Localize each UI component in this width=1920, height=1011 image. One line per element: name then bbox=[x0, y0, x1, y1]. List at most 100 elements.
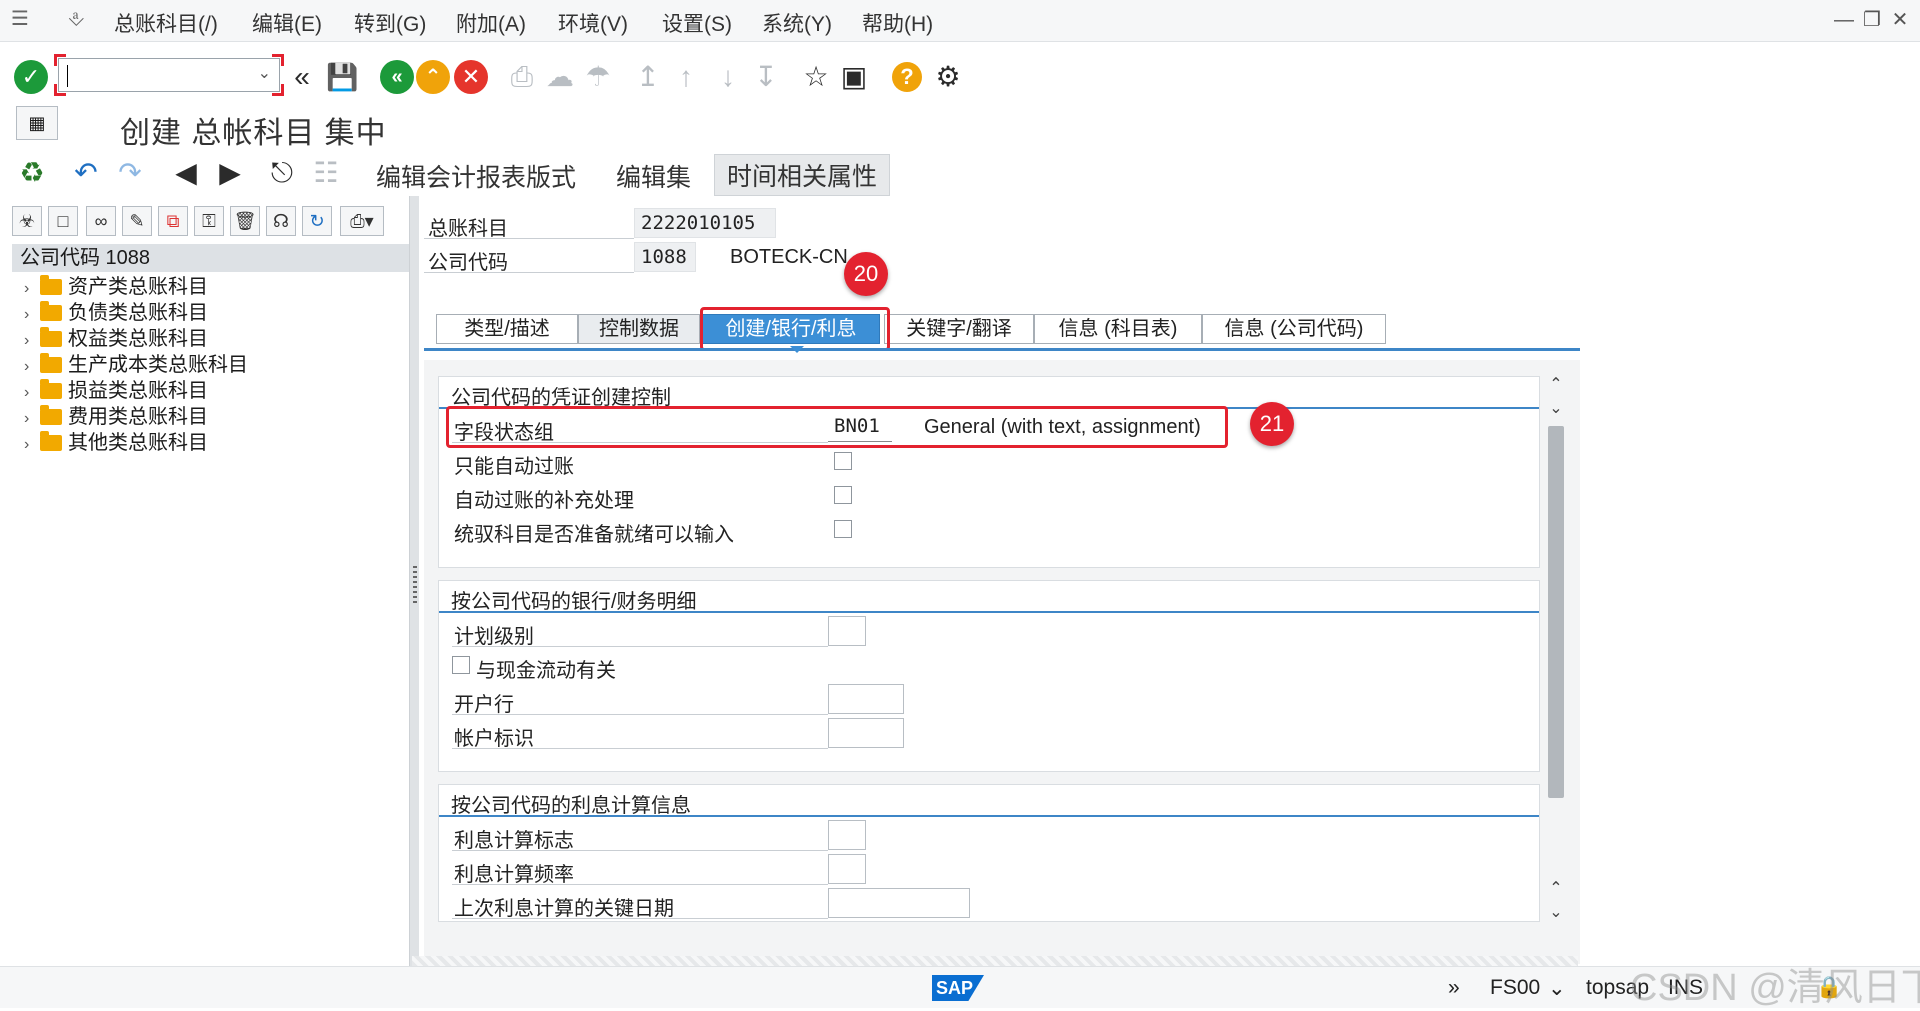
cash-flow-relevant-label: 与现金流动有关 bbox=[476, 660, 616, 682]
new-document-icon[interactable]: □ bbox=[48, 206, 78, 236]
pin-icon[interactable]: ⎀ bbox=[66, 9, 86, 29]
scroll-down-icon[interactable]: ⌄ bbox=[1548, 902, 1564, 922]
tree-root-company-code[interactable]: 公司代码 1088 bbox=[12, 244, 412, 272]
account-id-input[interactable] bbox=[828, 718, 904, 748]
tab-keyword-translation[interactable]: 关键字/翻译 bbox=[884, 314, 1034, 344]
highlight-corner bbox=[272, 84, 284, 96]
maximize-icon[interactable]: ❐ bbox=[1860, 8, 1884, 32]
sap-logo-icon: SAP bbox=[932, 975, 984, 1001]
tab-control-data[interactable]: 控制数据 bbox=[578, 314, 700, 344]
minimize-icon[interactable]: — bbox=[1832, 8, 1856, 32]
standard-toolbar: ✓ « ⌃ ✕ « 💾 ⎙ ☁ ☂ ↥ ↑ ↓ ↧ ☆ ▣ ? ⚙ bbox=[0, 44, 1920, 112]
close-window-icon[interactable]: ✕ bbox=[1888, 8, 1912, 32]
chevron-down-icon[interactable]: ⌄ bbox=[258, 63, 271, 83]
menu-environment[interactable]: 环境(V) bbox=[558, 8, 628, 38]
undo-icon[interactable]: ↶ bbox=[70, 156, 102, 190]
menu-settings[interactable]: 设置(S) bbox=[662, 8, 732, 38]
interest-indicator-input[interactable] bbox=[828, 820, 866, 850]
expand-toolbar-icon[interactable]: « bbox=[286, 60, 318, 94]
switch-hierarchy-icon[interactable]: ♻ bbox=[16, 156, 48, 190]
content-scrollbar[interactable]: ⌃ ⌄ ⌃ ⌄ bbox=[1546, 374, 1566, 922]
scrollbar-thumb[interactable] bbox=[1548, 426, 1564, 798]
menu-goto[interactable]: 转到(G) bbox=[354, 8, 426, 38]
enter-checkmark-icon[interactable]: ✓ bbox=[14, 60, 48, 94]
chevron-right-icon[interactable]: › bbox=[24, 380, 40, 406]
chevron-right-icon[interactable]: › bbox=[24, 406, 40, 432]
save-icon[interactable]: 💾 bbox=[326, 60, 358, 94]
scroll-up-icon[interactable]: ⌃ bbox=[1548, 374, 1564, 394]
cash-flow-relevant-checkbox[interactable] bbox=[452, 656, 470, 674]
post-automatically-only-checkbox[interactable] bbox=[834, 452, 852, 470]
command-field[interactable]: ⌄ bbox=[58, 58, 280, 92]
copy-icon[interactable]: ⧉ bbox=[158, 206, 188, 236]
menu-toggle-icon[interactable]: ▦ bbox=[16, 106, 58, 140]
scroll-down-icon[interactable]: ⌄ bbox=[1548, 398, 1564, 418]
display-change-icon[interactable]: ⎋ bbox=[266, 156, 298, 190]
menu-help[interactable]: 帮助(H) bbox=[862, 8, 933, 38]
menu-extras[interactable]: 附加(A) bbox=[456, 8, 526, 38]
tree-node-expenses[interactable]: › 费用类总账科目 bbox=[24, 404, 208, 430]
status-expand-icon[interactable]: » bbox=[1448, 976, 1460, 1000]
tree-node-liabilities[interactable]: › 负债类总账科目 bbox=[24, 300, 208, 326]
chevron-right-icon[interactable]: › bbox=[24, 328, 40, 354]
panel-splitter[interactable] bbox=[409, 196, 419, 966]
planning-level-input[interactable] bbox=[828, 616, 866, 646]
shortcut-icon[interactable]: ▣ bbox=[838, 60, 870, 94]
chevron-right-icon[interactable]: › bbox=[24, 276, 40, 302]
group-title: 按公司代码的利息计算信息 bbox=[451, 795, 691, 817]
menu-icon[interactable]: ☰ bbox=[10, 9, 30, 29]
tab-type-description[interactable]: 类型/描述 bbox=[436, 314, 578, 344]
splitter-grip[interactable] bbox=[413, 566, 417, 606]
tree-node-label: 费用类总账科目 bbox=[68, 406, 208, 428]
chevron-right-icon[interactable]: › bbox=[24, 432, 40, 458]
menu-system[interactable]: 系统(Y) bbox=[762, 8, 832, 38]
tab-info-company-code[interactable]: 信息 (公司代码) bbox=[1202, 314, 1386, 344]
refresh-icon[interactable]: ↻ bbox=[302, 206, 332, 236]
tab-info-chart-of-accounts[interactable]: 信息 (科目表) bbox=[1034, 314, 1202, 344]
create-session-icon[interactable]: ☆ bbox=[800, 60, 832, 94]
supplement-auto-posting-checkbox[interactable] bbox=[834, 486, 852, 504]
title-bar: ▦ 创建 总帐科目 集中 bbox=[0, 104, 1920, 152]
tree-node-equity[interactable]: › 权益类总账科目 bbox=[24, 326, 208, 352]
back-icon[interactable]: « bbox=[380, 60, 414, 94]
previous-icon[interactable]: ◀ bbox=[170, 156, 202, 190]
edit-set-button[interactable]: 编辑集 bbox=[616, 158, 691, 194]
tree-node-other[interactable]: › 其他类总账科目 bbox=[24, 430, 208, 456]
help-icon[interactable]: ? bbox=[892, 62, 922, 92]
edit-pencil-icon[interactable]: ✎ bbox=[122, 206, 152, 236]
scroll-up-icon[interactable]: ⌃ bbox=[1548, 878, 1564, 898]
menu-gl-account[interactable]: 总账科目(/) bbox=[114, 8, 218, 38]
cancel-icon[interactable]: ✕ bbox=[454, 60, 488, 94]
account-id-label: 帐户标识 bbox=[454, 728, 534, 750]
tree-node-assets[interactable]: › 资产类总账科目 bbox=[24, 274, 208, 300]
print-dropdown-icon[interactable]: ⎙▾ bbox=[340, 206, 384, 236]
highlight-corner bbox=[54, 54, 66, 66]
field-status-highlight-frame bbox=[446, 406, 1228, 448]
customize-gear-icon[interactable]: ⚙ bbox=[932, 60, 964, 94]
menu-edit[interactable]: 编辑(E) bbox=[252, 8, 322, 38]
tree-node-label: 资产类总账科目 bbox=[68, 276, 208, 298]
next-icon[interactable]: ▶ bbox=[214, 156, 246, 190]
edit-fs-version-button[interactable]: 编辑会计报表版式 bbox=[376, 158, 576, 194]
tree-node-label: 生产成本类总账科目 bbox=[68, 354, 248, 376]
lock-icon[interactable]: ⚿ bbox=[194, 206, 224, 236]
exit-icon[interactable]: ⌃ bbox=[416, 60, 450, 94]
recon-account-ready-checkbox[interactable] bbox=[834, 520, 852, 538]
tree-node-profit-loss[interactable]: › 损益类总账科目 bbox=[24, 378, 208, 404]
delete-trash-icon[interactable]: 🗑 bbox=[230, 206, 260, 236]
find-icon[interactable]: ☣ bbox=[12, 206, 42, 236]
headset-icon[interactable]: ☊ bbox=[266, 206, 296, 236]
first-page-icon: ↥ bbox=[636, 61, 660, 92]
last-interest-key-date-input[interactable] bbox=[828, 888, 970, 918]
bottom-hatch-border bbox=[412, 956, 1578, 966]
chevron-right-icon[interactable]: › bbox=[24, 302, 40, 328]
display-glasses-icon[interactable]: ∞ bbox=[86, 206, 116, 236]
tree-node-production-cost[interactable]: › 生产成本类总账科目 bbox=[24, 352, 248, 378]
time-dependent-attributes-button[interactable]: 时间相关属性 bbox=[714, 154, 891, 196]
interest-frequency-input[interactable] bbox=[828, 854, 866, 884]
chevron-right-icon[interactable]: › bbox=[24, 354, 40, 380]
house-bank-input[interactable] bbox=[828, 684, 904, 714]
post-automatically-only-label: 只能自动过账 bbox=[454, 456, 574, 478]
chevron-down-icon[interactable]: ⌄ bbox=[1548, 976, 1566, 1001]
field-underline bbox=[452, 646, 828, 647]
